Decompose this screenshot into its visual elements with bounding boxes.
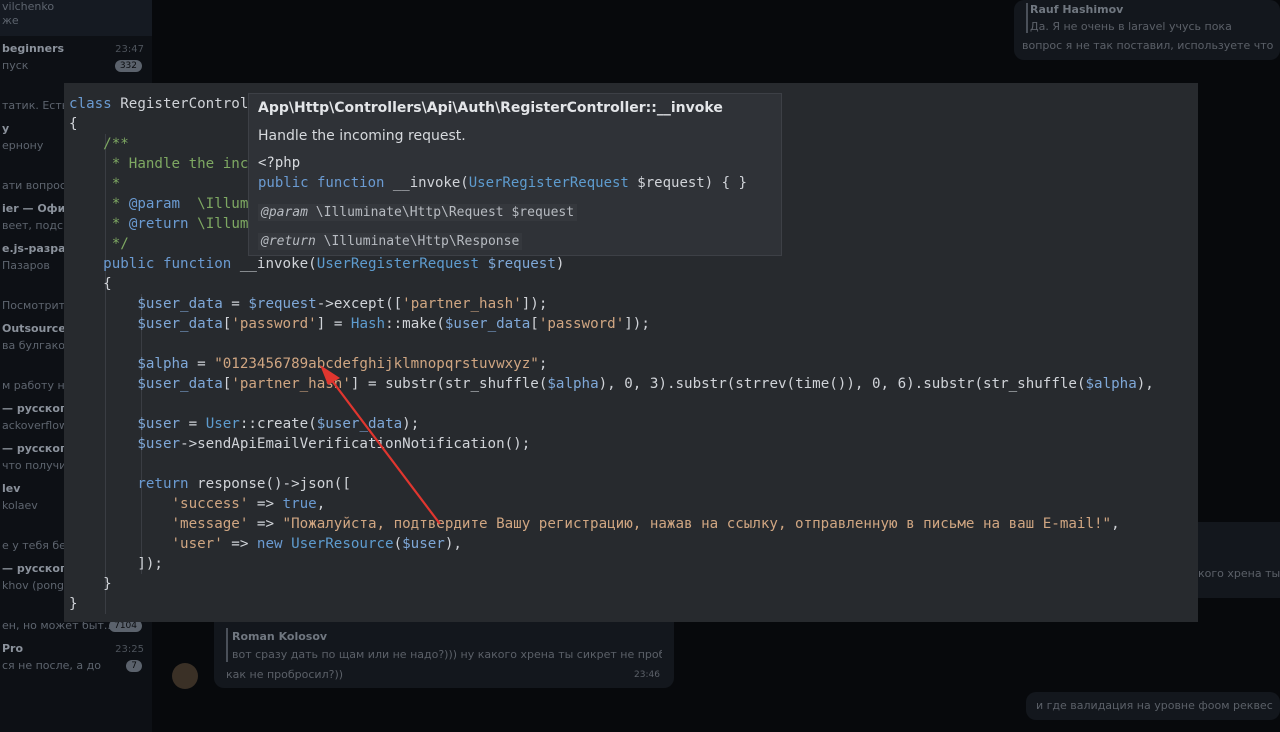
annotation-arrow [320,365,441,525]
arrow-shaft [329,377,441,525]
arrow-head [320,365,340,385]
